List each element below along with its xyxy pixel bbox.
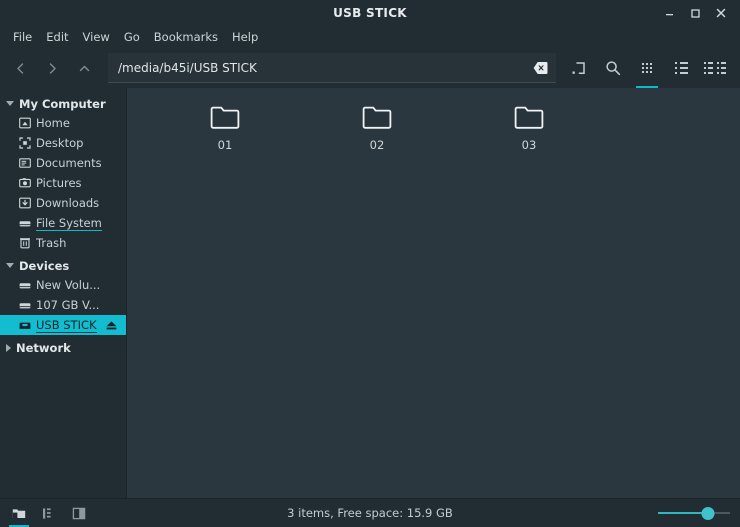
sidebar-group-my-computer[interactable]: My Computer	[0, 94, 126, 113]
folder-icon	[359, 102, 395, 132]
sidebar-group-label: Network	[16, 341, 71, 355]
window-title: USB STICK	[0, 6, 740, 20]
sidebar-item-label: New Volu...	[36, 278, 100, 292]
downloads-icon	[18, 197, 31, 210]
eject-icon[interactable]	[105, 320, 118, 331]
sidebar-item-pictures[interactable]: Pictures	[0, 173, 126, 193]
icon-view-icon	[642, 63, 652, 73]
toggle-places-pane-button[interactable]	[4, 501, 34, 525]
menu-help[interactable]: Help	[225, 28, 265, 46]
back-button[interactable]	[4, 52, 36, 84]
minimize-button[interactable]	[656, 2, 682, 24]
sidebar-group-network[interactable]: Network	[0, 338, 126, 357]
sidebar-item-label: Desktop	[36, 136, 83, 150]
zoom-slider-fill	[658, 512, 708, 514]
view-icons-button[interactable]	[630, 51, 664, 85]
title-bar: USB STICK	[0, 0, 740, 26]
toolbar	[0, 48, 740, 88]
sidebar-item-usb-stick[interactable]: USB STICK	[0, 315, 126, 335]
main-body: My Computer Home Deskt	[0, 88, 740, 498]
sidebar-item-label: Pictures	[36, 176, 82, 190]
sidebar-item-label: USB STICK	[36, 318, 97, 333]
status-text: 3 items, Free space: 15.9 GB	[0, 506, 740, 520]
path-bar-container	[108, 52, 556, 84]
clear-path-icon[interactable]	[533, 62, 548, 75]
toggle-tree-pane-button[interactable]	[34, 501, 64, 525]
usb-drive-icon	[18, 319, 31, 332]
sidebar-group-devices[interactable]: Devices	[0, 256, 126, 275]
compact-view-icon	[704, 62, 726, 74]
sidebar-item-downloads[interactable]: Downloads	[0, 193, 126, 213]
sidebar-item-home[interactable]: Home	[0, 113, 126, 133]
menu-bar: File Edit View Go Bookmarks Help	[0, 26, 740, 48]
sidebar-item-trash[interactable]: Trash	[0, 233, 126, 253]
home-icon	[18, 117, 31, 130]
search-button[interactable]	[596, 51, 630, 85]
icon-grid: 01 02 03	[127, 88, 740, 164]
sidebar-item-label: Downloads	[36, 196, 99, 210]
sidebar-item-new-volume[interactable]: New Volu...	[0, 275, 126, 295]
drive-icon	[18, 299, 31, 312]
tree-pane-icon	[42, 507, 56, 520]
trash-icon	[18, 237, 31, 250]
sidebar-group-label: My Computer	[19, 97, 106, 111]
drive-icon	[18, 279, 31, 292]
view-compact-button[interactable]	[698, 51, 732, 85]
folder-icon	[511, 102, 547, 132]
menu-edit[interactable]: Edit	[39, 28, 75, 46]
sidebar-group-label: Devices	[19, 259, 69, 273]
sidebar-item-label: 107 GB V...	[36, 298, 99, 312]
sidebar-item-desktop[interactable]: Desktop	[0, 133, 126, 153]
file-name: 03	[522, 138, 537, 152]
sidebar-item-documents[interactable]: Documents	[0, 153, 126, 173]
desktop-icon	[18, 137, 31, 150]
up-button[interactable]	[68, 52, 100, 84]
close-button[interactable]	[708, 2, 734, 24]
zoom-slider-handle[interactable]	[702, 507, 715, 520]
file-manager-window: USB STICK File Edit View Go Bookmarks He…	[0, 0, 740, 527]
sidebar-item-107gb-volume[interactable]: 107 GB V...	[0, 295, 126, 315]
sidebar-item-label: Home	[36, 116, 70, 130]
sidebar-item-file-system[interactable]: File System	[0, 213, 126, 233]
file-item[interactable]: 03	[453, 98, 605, 164]
drive-icon	[18, 217, 31, 230]
chevron-down-icon	[6, 263, 14, 268]
maximize-button[interactable]	[682, 2, 708, 24]
path-input[interactable]	[108, 53, 556, 83]
menu-go[interactable]: Go	[117, 28, 147, 46]
menu-view[interactable]: View	[76, 28, 117, 46]
documents-icon	[18, 157, 31, 170]
preview-pane-icon	[72, 507, 86, 520]
folder-icon	[207, 102, 243, 132]
file-name: 01	[218, 138, 233, 152]
toggle-preview-pane-button[interactable]	[64, 501, 94, 525]
pictures-icon	[18, 177, 31, 190]
window-controls	[656, 2, 740, 24]
chevron-right-icon	[6, 344, 11, 352]
sidebar-item-label: File System	[36, 216, 102, 231]
list-view-icon	[675, 62, 688, 74]
status-bar: 3 items, Free space: 15.9 GB	[0, 498, 740, 527]
open-terminal-button[interactable]	[562, 51, 596, 85]
menu-bookmarks[interactable]: Bookmarks	[147, 28, 225, 46]
sidebar-item-label: Trash	[36, 236, 66, 250]
forward-button[interactable]	[36, 52, 68, 84]
sidebar-item-label: Documents	[36, 156, 102, 170]
sidebar: My Computer Home Deskt	[0, 88, 127, 498]
file-list-area[interactable]: 01 02 03	[127, 88, 740, 498]
chevron-down-icon	[6, 101, 14, 106]
file-item[interactable]: 01	[149, 98, 301, 164]
file-item[interactable]: 02	[301, 98, 453, 164]
file-name: 02	[370, 138, 385, 152]
menu-file[interactable]: File	[6, 28, 39, 46]
folder-pane-icon	[12, 507, 26, 520]
zoom-slider[interactable]	[658, 505, 730, 521]
view-list-button[interactable]	[664, 51, 698, 85]
